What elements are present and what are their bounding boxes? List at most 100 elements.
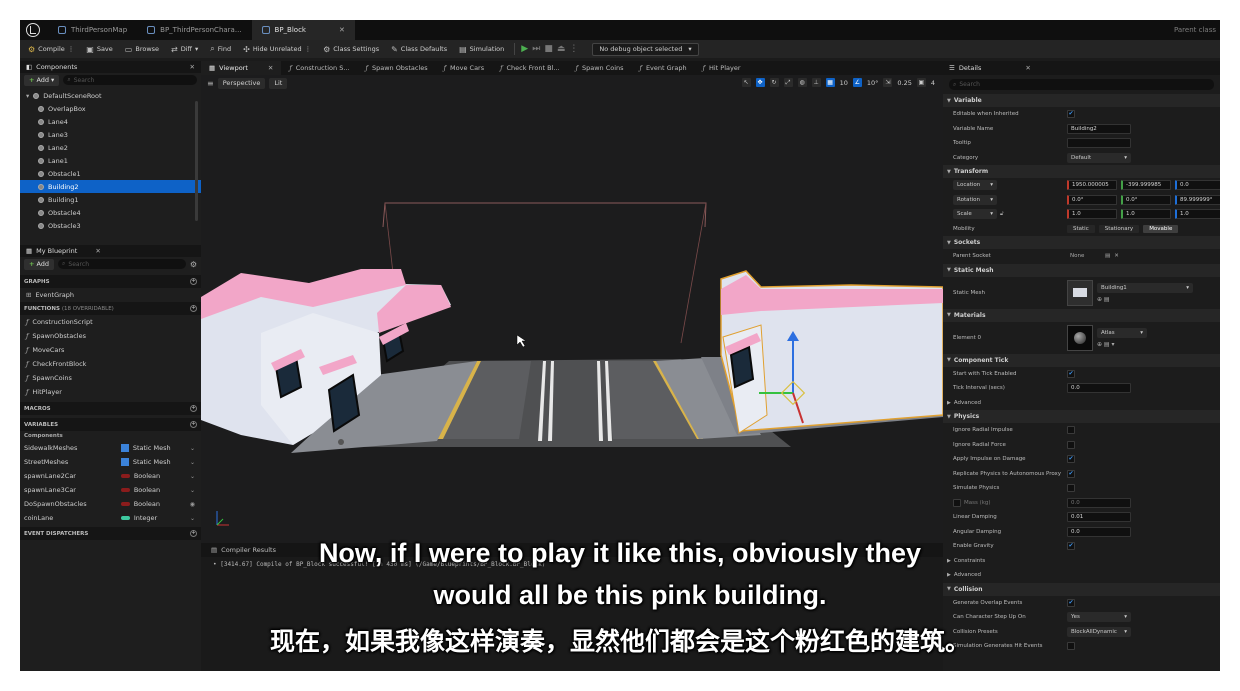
physics-checkbox[interactable]: ✔ — [1067, 469, 1075, 478]
variables-section[interactable]: VARIABLES + — [20, 418, 201, 431]
add-macro-icon[interactable]: + — [190, 405, 197, 412]
static-mesh-section[interactable]: ▼ Static Mesh — [943, 263, 1220, 277]
editor-tab[interactable]: ƒ Move Cars — [436, 61, 492, 75]
more-icon[interactable]: ⋮ — [305, 45, 312, 53]
class-defaults-button[interactable]: ✎ Class Defaults — [387, 42, 451, 56]
add-variable-icon[interactable]: + — [190, 421, 197, 428]
browse-folder-icon[interactable]: ▤ — [1105, 253, 1110, 259]
editor-tab[interactable]: ƒ Event Graph — [632, 61, 695, 75]
variable-type[interactable]: Boolean — [120, 500, 190, 508]
transform-section[interactable]: ▼ Transform — [943, 165, 1220, 178]
start-tick-checkbox[interactable]: ✔ — [1067, 369, 1075, 378]
find-button[interactable]: ⌕ Find — [206, 42, 235, 56]
scale-z-field[interactable]: 1.0 — [1175, 209, 1220, 220]
variable-item[interactable]: DoSpawnObstacles Boolean ◉ — [20, 497, 201, 511]
chevron-down-icon[interactable]: ⌄ — [190, 487, 195, 494]
sockets-section[interactable]: ▼ Sockets — [943, 236, 1220, 249]
close-icon[interactable]: ✕ — [95, 247, 100, 255]
component-item[interactable]: Obstacle3 — [20, 219, 201, 232]
rotation-x-field[interactable]: 0.0° — [1067, 194, 1117, 205]
function-item[interactable]: ƒ HitPlayer — [20, 385, 201, 399]
physics-checkbox[interactable] — [1067, 484, 1075, 493]
function-item[interactable]: ƒ SpawnObstacles — [20, 329, 201, 343]
camera-speed-icon[interactable]: ▣ — [916, 78, 926, 87]
perspective-button[interactable]: Perspective — [217, 77, 266, 89]
grid-snap-icon[interactable]: ▦ — [825, 78, 835, 87]
scale-snap-icon[interactable]: ⇲ — [883, 78, 893, 87]
variable-item[interactable]: spawnLane2Car Boolean ⌄ — [20, 469, 201, 483]
close-tab-icon[interactable]: ✕ — [339, 26, 345, 34]
editor-tab[interactable]: ▦ Viewport ✕ — [201, 61, 282, 75]
graph-item-eventgraph[interactable]: ⊞ EventGraph — [20, 288, 201, 302]
asset-actions-icons[interactable]: ⊕ ▤ ▾ — [1097, 341, 1147, 348]
hide-unrelated-button[interactable]: ✣ Hide Unrelated ⋮ — [239, 42, 315, 56]
surface-snap-icon[interactable]: ⊥ — [811, 78, 821, 87]
variable-type[interactable]: Boolean — [120, 472, 190, 480]
world-space-icon[interactable]: ◍ — [797, 78, 807, 87]
functions-section[interactable]: FUNCTIONS (18 OVERRIDABLE) + — [20, 302, 201, 315]
close-icon[interactable]: ✕ — [190, 63, 195, 71]
function-item[interactable]: ƒ SpawnCoins — [20, 371, 201, 385]
mass-field[interactable]: 0.0 — [1067, 497, 1131, 508]
blueprint-search-input[interactable]: ⌕ Search — [58, 259, 186, 269]
add-member-button[interactable]: + Add — [24, 258, 55, 270]
lock-icon[interactable]: 🔓︎ — [1000, 211, 1004, 218]
add-dispatcher-icon[interactable]: + — [190, 530, 197, 537]
details-search-input[interactable]: ⌕ Search — [949, 79, 1214, 90]
variable-item[interactable]: coinLane Integer ⌄ — [20, 511, 201, 525]
lit-button[interactable]: Lit — [269, 77, 288, 89]
scale-x-field[interactable]: 1.0 — [1067, 209, 1117, 220]
location-y-field[interactable]: -399.999985 — [1121, 180, 1171, 191]
component-item[interactable]: OverlapBox — [20, 102, 201, 115]
close-icon[interactable]: ✕ — [268, 64, 273, 72]
physics-checkbox[interactable] — [1067, 440, 1075, 449]
more-icon[interactable]: ⋮ — [68, 45, 75, 53]
component-item[interactable]: Building1 — [20, 193, 201, 206]
scrollbar[interactable] — [195, 101, 198, 221]
tooltip-field[interactable] — [1067, 138, 1131, 149]
browse-button[interactable]: ▭ Browse — [121, 42, 163, 56]
hamburger-menu-icon[interactable]: ≡ — [207, 79, 214, 88]
expand-icon[interactable]: ▾ — [26, 92, 29, 100]
editor-tab[interactable]: ƒ Spawn Coins — [568, 61, 632, 75]
tab-bp-thirdpersoncharacter[interactable]: BP_ThirdPersonChara... — [137, 20, 251, 40]
viewport-scene[interactable] — [201, 75, 943, 543]
physics-checkbox[interactable] — [1067, 426, 1075, 435]
static-mesh-dropdown[interactable]: Building1 ▾ — [1097, 282, 1193, 293]
component-item[interactable]: Lane3 — [20, 128, 201, 141]
class-settings-button[interactable]: ⚙ Class Settings — [319, 42, 383, 56]
editor-tab[interactable]: ƒ Hit Player — [695, 61, 749, 75]
eject-icon[interactable]: ⏏ — [557, 44, 566, 54]
translate-tool-icon[interactable]: ✥ — [755, 78, 765, 87]
function-item[interactable]: ƒ CheckFrontBlock — [20, 357, 201, 371]
mass-override-checkbox[interactable] — [953, 498, 961, 507]
asset-actions-icons[interactable]: ⊕ ▤ — [1097, 296, 1193, 303]
location-z-field[interactable]: 0.0 — [1175, 180, 1220, 191]
location-x-field[interactable]: 1950.000005 — [1067, 180, 1117, 191]
chevron-down-icon[interactable]: ⌄ — [190, 445, 195, 452]
chevron-down-icon[interactable]: ⌄ — [190, 459, 195, 466]
simulation-button[interactable]: ▤ Simulation — [455, 42, 508, 56]
close-icon[interactable]: ✕ — [1025, 64, 1030, 72]
can-step-up-dropdown[interactable]: Yes ▾ — [1067, 612, 1131, 623]
material-dropdown[interactable]: Atlas ▾ — [1097, 327, 1147, 338]
mobility-movable-button[interactable]: Movable — [1143, 224, 1179, 233]
rotation-dropdown[interactable]: Rotation ▾ — [953, 194, 997, 205]
select-tool-icon[interactable]: ↖ — [741, 78, 751, 87]
chevron-down-icon[interactable]: ⌄ — [190, 473, 195, 480]
mobility-static-button[interactable]: Static — [1067, 224, 1095, 233]
diff-button[interactable]: ⇄ Diff ▾ — [167, 42, 202, 56]
save-button[interactable]: ▣ Save — [82, 42, 117, 56]
gear-icon[interactable]: ⚙ — [190, 260, 197, 269]
tab-bp-block[interactable]: BP_Block ✕ — [251, 20, 355, 40]
variables-group-components[interactable]: Components — [20, 431, 201, 441]
scale-y-field[interactable]: 1.0 — [1121, 209, 1171, 220]
grid-snap-value[interactable]: 10 — [840, 79, 848, 87]
viewport[interactable]: ≡ Perspective Lit ↖ ✥ ↻ ⤢ ◍ ⊥ ▦ 10 ∠ 10° ⇲… — [201, 75, 943, 543]
scale-tool-icon[interactable]: ⤢ — [783, 78, 793, 87]
angular-damping-field[interactable]: 0.0 — [1067, 526, 1131, 537]
add-function-icon[interactable]: + — [190, 305, 197, 312]
rotation-snap-value[interactable]: 10° — [867, 79, 879, 87]
rotation-y-field[interactable]: 0.0° — [1121, 194, 1171, 205]
rotate-tool-icon[interactable]: ↻ — [769, 78, 779, 87]
